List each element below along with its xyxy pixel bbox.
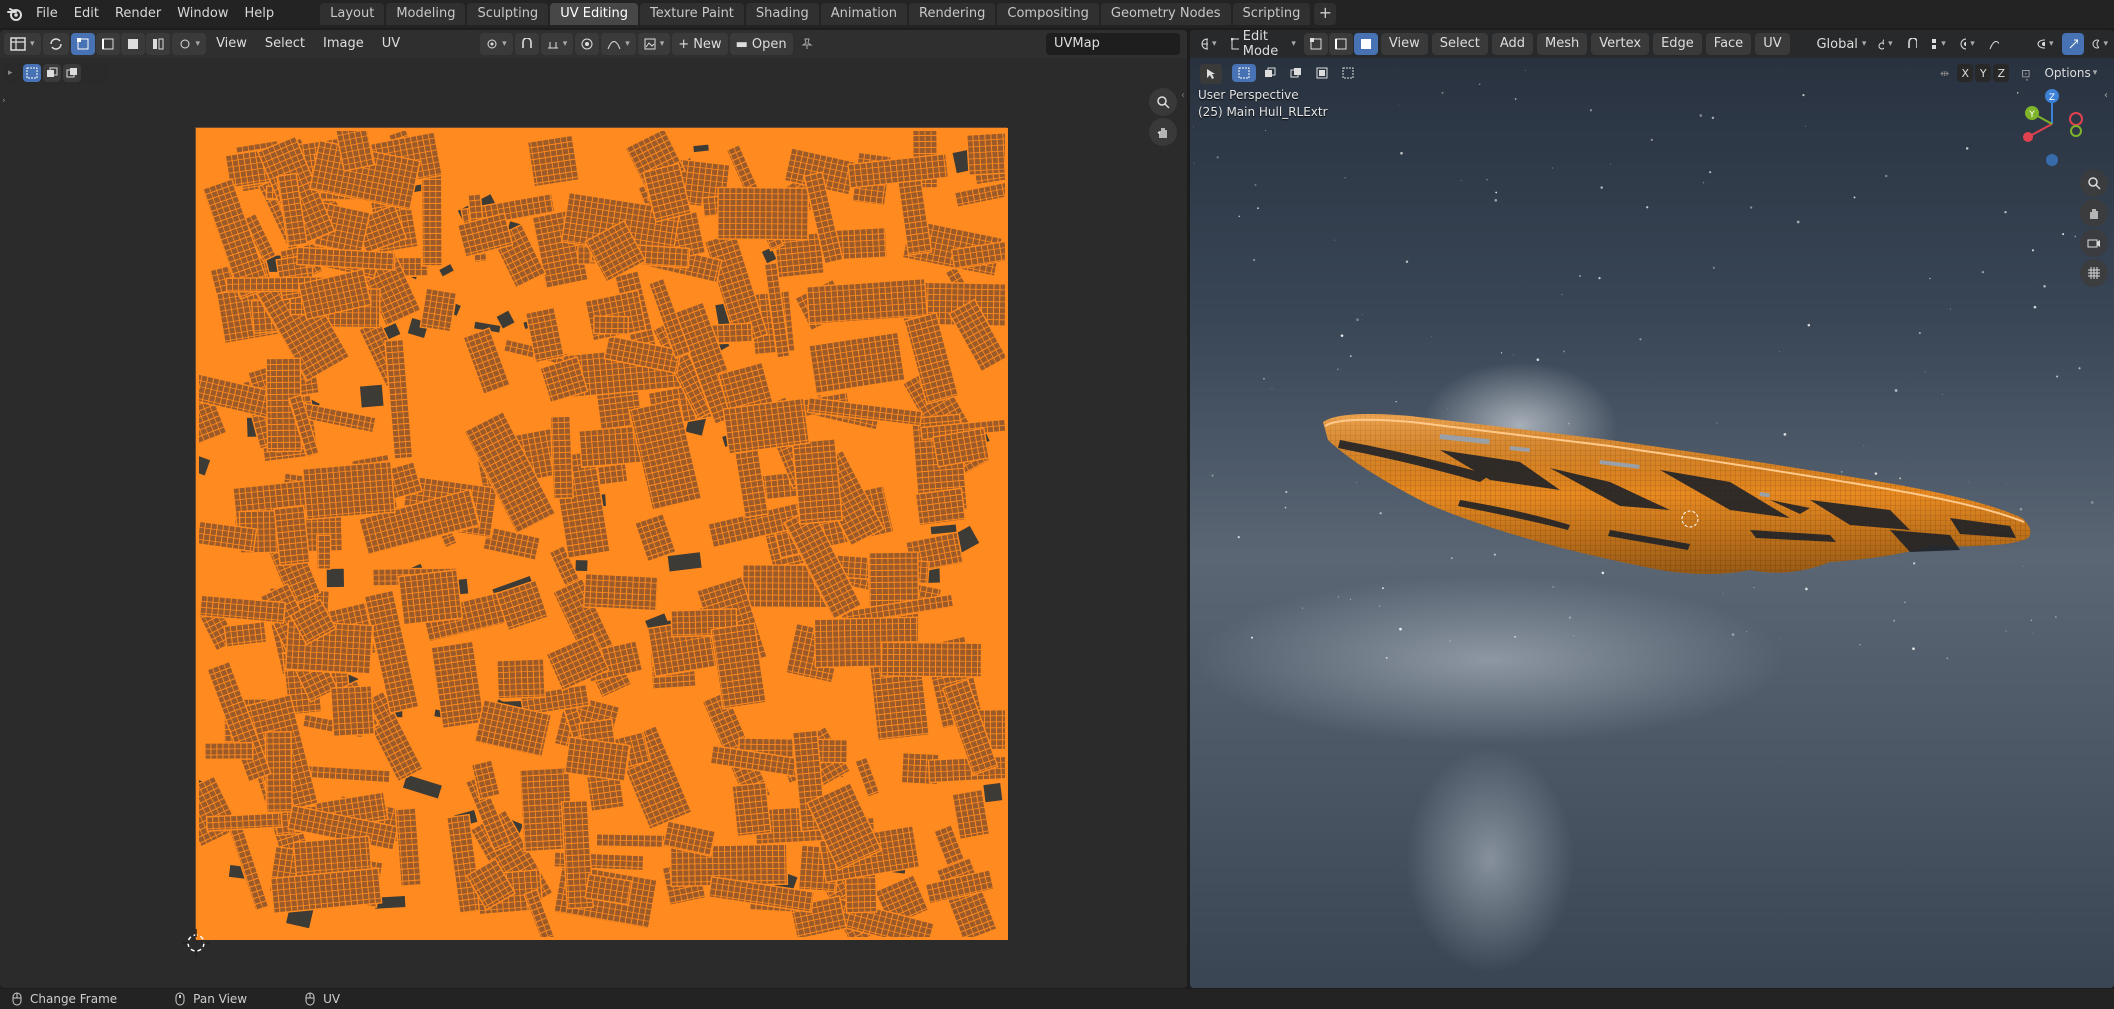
uvmap-field[interactable]: UVMap	[1046, 33, 1180, 55]
falloff-icon[interactable]: ▾	[601, 33, 636, 55]
uv-menu-image[interactable]: Image	[315, 33, 372, 55]
tab-compositing[interactable]: Compositing	[997, 3, 1099, 25]
select-subtract-icon[interactable]	[62, 64, 81, 82]
folder-icon: ▬	[735, 36, 748, 52]
region-toggle-icon[interactable]: ‹	[1181, 90, 1185, 101]
tab-texture-paint[interactable]: Texture Paint	[640, 3, 744, 25]
tab-uv-editing[interactable]: UV Editing	[550, 3, 639, 25]
status-bar: Change Frame Pan View UV	[0, 989, 2114, 1009]
select-mode-group	[70, 33, 170, 55]
uv-islands	[167, 72, 1187, 988]
menu-window[interactable]: Window	[169, 3, 236, 25]
status-change-frame: Change Frame	[12, 992, 117, 1006]
sticky-selection-icon[interactable]: ▾	[171, 33, 207, 55]
tab-shading[interactable]: Shading	[745, 3, 819, 25]
select-extend-icon[interactable]	[42, 64, 61, 82]
menu-render[interactable]: Render	[107, 3, 169, 25]
proportional-edit-icon[interactable]	[575, 33, 600, 55]
plus-icon: +	[678, 36, 690, 52]
tab-animation[interactable]: Animation	[820, 3, 907, 25]
sidebar-toggle-icon[interactable]: ›	[2, 96, 6, 106]
select-new-icon[interactable]	[22, 64, 41, 82]
sync-selection-icon[interactable]	[42, 33, 69, 55]
edge-select-icon[interactable]	[95, 33, 120, 55]
editor-type-icon[interactable]: ▾	[4, 33, 41, 55]
snap-target-icon[interactable]: ▾	[540, 33, 574, 55]
tab-rendering[interactable]: Rendering	[909, 3, 996, 25]
top-bar: File Edit Render Window Help Layout Mode…	[0, 0, 2114, 28]
add-workspace-button[interactable]: +	[1314, 3, 1337, 25]
tab-modeling[interactable]: Modeling	[386, 3, 466, 25]
face-select-icon[interactable]	[120, 33, 145, 55]
workspace-tabs: Layout Modeling Sculpting UV Editing Tex…	[320, 3, 1337, 25]
menu-file[interactable]: File	[28, 3, 66, 25]
blender-logo-icon[interactable]	[2, 1, 28, 27]
pivot-point-icon[interactable]: ▾	[480, 33, 513, 55]
mouse-left-icon	[12, 992, 22, 1006]
tab-scripting[interactable]: Scripting	[1232, 3, 1311, 25]
zoom-icon[interactable]	[1149, 88, 1177, 116]
vertex-select-icon[interactable]	[70, 33, 95, 55]
uv-editor-header: ▾ ▾ View Select Image UV ▾ ▾ ▾ ▾ + New ▬ O…	[0, 30, 1187, 58]
3d-viewport: ▾ Edit Mode ▾ View Select Add Mesh Vertex…	[1190, 30, 2114, 988]
open-image-button[interactable]: ▬ Open	[729, 33, 793, 55]
2d-cursor-icon[interactable]	[178, 925, 214, 961]
snap-icon[interactable]	[514, 33, 539, 55]
spaceship-hull-mesh[interactable]	[1190, 30, 2114, 988]
uv-menu-select[interactable]: Select	[257, 33, 313, 55]
collapse-arrow-icon[interactable]: ▸	[8, 68, 13, 78]
mouse-middle-icon	[175, 992, 185, 1006]
menu-help[interactable]: Help	[237, 3, 283, 25]
tool-settings-row: ▸	[4, 62, 108, 84]
tab-layout[interactable]: Layout	[320, 3, 385, 25]
pan-hand-icon[interactable]	[1149, 118, 1177, 146]
uv-menu-uv[interactable]: UV	[374, 33, 408, 55]
pin-icon[interactable]	[795, 33, 819, 55]
image-browse-icon[interactable]: ▾	[637, 33, 671, 55]
tab-sculpting[interactable]: Sculpting	[467, 3, 549, 25]
status-pan-view: Pan View	[175, 992, 247, 1006]
tab-geometry-nodes[interactable]: Geometry Nodes	[1100, 3, 1231, 25]
menu-edit[interactable]: Edit	[66, 3, 107, 25]
uv-layout-canvas[interactable]	[167, 72, 1187, 988]
island-select-icon[interactable]	[145, 33, 170, 55]
uv-editor: ▾ ▾ View Select Image UV ▾ ▾ ▾ ▾ + New ▬ O…	[0, 30, 1187, 988]
new-image-button[interactable]: + New	[672, 33, 728, 55]
uv-menu-view[interactable]: View	[208, 33, 255, 55]
status-uv: UV	[305, 992, 340, 1006]
mouse-right-icon	[305, 992, 315, 1006]
